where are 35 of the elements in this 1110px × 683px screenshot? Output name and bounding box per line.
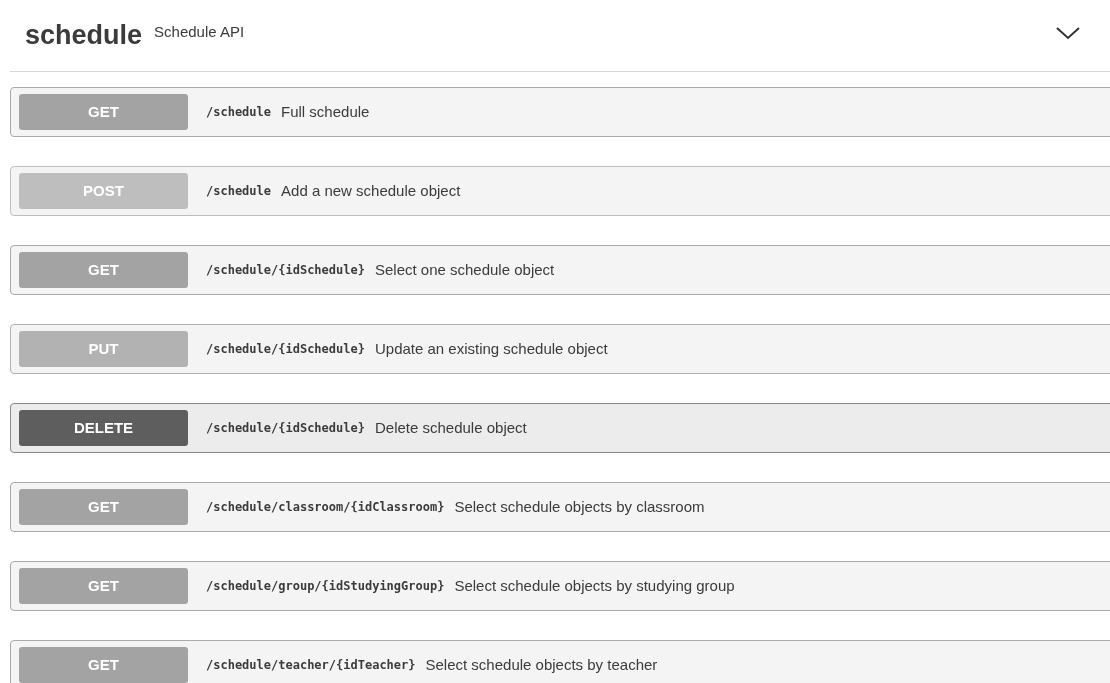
endpoint-summary: Update an existing schedule object (374, 338, 608, 359)
section-description: Schedule API (154, 22, 245, 43)
operation-row[interactable]: GET /schedule/group/{idStudyingGroup} Select schedule objects by studying group (10, 561, 1110, 611)
chevron-down-icon[interactable] (1056, 25, 1080, 40)
method-badge: GET (19, 647, 188, 683)
method-badge: GET (19, 489, 188, 525)
endpoint-summary: Select schedule objects by teacher (425, 654, 658, 675)
endpoint-path: /schedule/{idSchedule} (206, 262, 365, 279)
endpoint-path: /schedule/{idSchedule} (206, 420, 365, 437)
endpoint-summary: Add a new schedule object (281, 180, 461, 201)
method-badge: GET (19, 568, 188, 604)
operation-row[interactable]: GET /schedule/classroom/{idClassroom} Select schedule objects by classroom (10, 482, 1110, 532)
endpoint-path: /schedule/classroom/{idClassroom} (206, 499, 445, 516)
method-badge: DELETE (19, 410, 188, 446)
method-badge: GET (19, 252, 188, 288)
operation-row[interactable]: GET /schedule/teacher/{idTeacher} Select schedule objects by teacher (10, 640, 1110, 683)
endpoint-path: /schedule/teacher/{idTeacher} (206, 657, 416, 674)
endpoint-path: /schedule (206, 104, 272, 121)
endpoint-summary: Select one schedule object (374, 259, 555, 280)
method-badge: POST (19, 173, 188, 209)
section-title: schedule (25, 19, 143, 53)
method-badge: GET (19, 94, 188, 130)
operation-row[interactable]: GET /schedule Full schedule (10, 87, 1110, 137)
endpoint-path: /schedule (206, 183, 272, 200)
operation-row[interactable]: PUT /schedule/{idSchedule} Update an existing schedule object (10, 324, 1110, 374)
operation-row[interactable]: DELETE /schedule/{idSchedule} Delete schedule object (10, 403, 1110, 453)
endpoint-path: /schedule/{idSchedule} (206, 341, 365, 358)
endpoint-summary: Full schedule (281, 101, 370, 122)
method-badge: PUT (19, 331, 188, 367)
endpoint-summary: Delete schedule object (374, 417, 527, 438)
operation-row[interactable]: GET /schedule/{idSchedule} Select one schedule object (10, 245, 1110, 295)
endpoint-path: /schedule/group/{idStudyingGroup} (206, 578, 445, 595)
operation-row[interactable]: POST /schedule Add a new schedule object (10, 166, 1110, 216)
endpoint-summary: Select schedule objects by classroom (454, 496, 705, 517)
endpoint-summary: Select schedule objects by studying group (454, 575, 735, 596)
